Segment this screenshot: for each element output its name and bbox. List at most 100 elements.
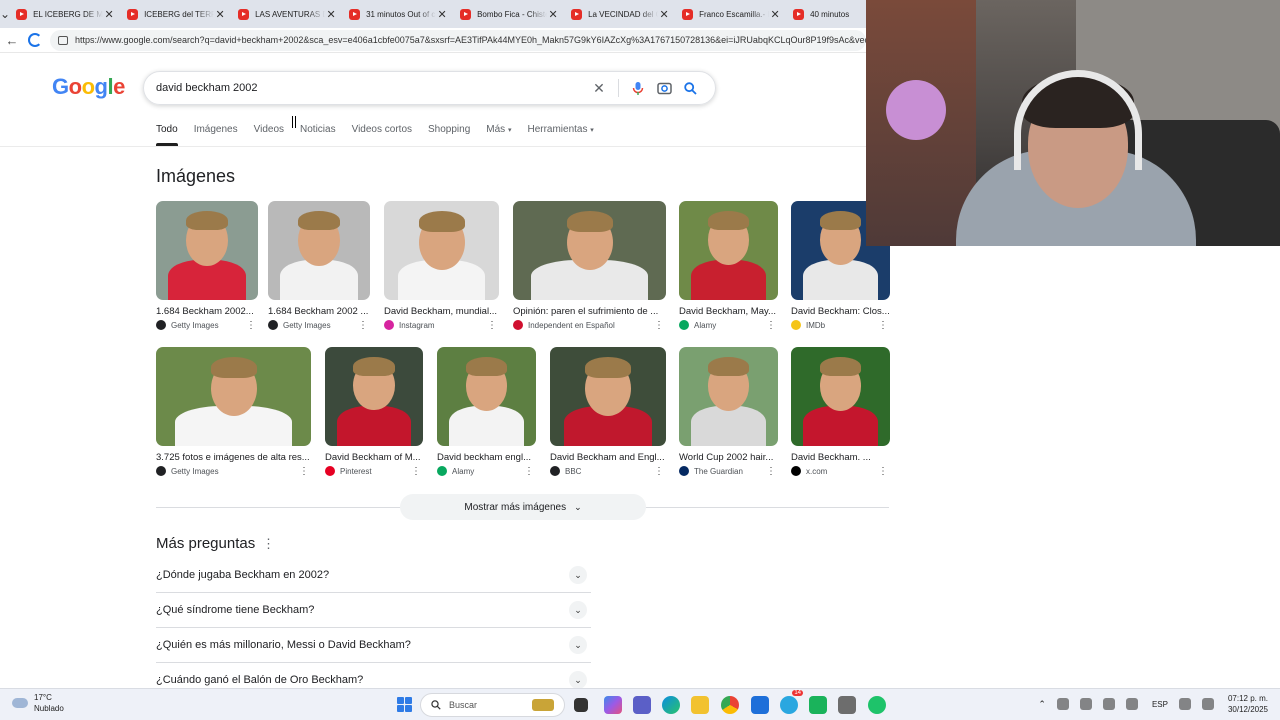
tab-mas[interactable]: Más ▾ (486, 124, 511, 146)
site-info-icon[interactable] (58, 35, 68, 45)
back-arrow-icon[interactable]: ← (0, 33, 24, 48)
close-tab-icon[interactable]: ✕ (325, 8, 337, 21)
image-source[interactable]: Alamy ⋮ (437, 466, 536, 477)
network-icon[interactable] (1178, 698, 1191, 710)
image-caption[interactable]: David Beckham: Clos... (791, 306, 890, 317)
more-options-icon[interactable]: ⋮ (411, 466, 421, 477)
result-thumbnail[interactable] (325, 347, 423, 446)
url-field[interactable]: https://www.google.com/search?q=david+be… (50, 29, 866, 51)
image-result-card[interactable]: David Beckham and Engl... BBC ⋮ (550, 347, 666, 477)
tray-gpu-icon[interactable] (1102, 698, 1115, 710)
taskbar-search[interactable]: Buscar (420, 693, 565, 717)
image-caption[interactable]: David Beckham, May... (679, 306, 778, 317)
more-options-icon[interactable]: ⋮ (524, 466, 534, 477)
image-caption[interactable]: 1.684 Beckham 2002 ... (268, 306, 370, 317)
more-options-icon[interactable]: ⋮ (299, 466, 309, 477)
image-result-card[interactable]: World Cup 2002 hair... The Guardian ⋮ (679, 347, 778, 477)
more-options-icon[interactable]: ⋮ (766, 320, 776, 331)
result-thumbnail[interactable] (268, 201, 370, 300)
input-language[interactable]: ESP (1152, 700, 1168, 709)
image-source[interactable]: Independent en Español ⋮ (513, 320, 666, 331)
image-result-card[interactable]: 1.684 Beckham 2002... Getty Images ⋮ (156, 201, 258, 331)
image-caption[interactable]: David Beckham and Engl... (550, 452, 666, 463)
image-caption[interactable]: Opinión: paren el sufrimiento de ... (513, 306, 666, 317)
image-result-card[interactable]: David Beckham, May... Alamy ⋮ (679, 201, 778, 331)
more-options-icon[interactable]: ⋮ (878, 320, 888, 331)
chrome-icon[interactable] (721, 696, 739, 714)
tab-noticias[interactable]: Noticias (300, 124, 336, 146)
image-source[interactable]: The Guardian ⋮ (679, 466, 778, 477)
image-caption[interactable]: David beckham engl... (437, 452, 536, 463)
image-source[interactable]: IMDb ⋮ (791, 320, 890, 331)
result-thumbnail[interactable] (550, 347, 666, 446)
browser-tab[interactable]: LAS AVENTURAS DE✕ (232, 2, 343, 26)
more-options-icon[interactable]: ⋮ (358, 320, 368, 331)
close-tab-icon[interactable]: ✕ (436, 8, 448, 21)
image-result-card[interactable]: David Beckham, mundial... Instagram ⋮ (384, 201, 499, 331)
search-input[interactable] (156, 82, 586, 94)
tab-search-chevron-icon[interactable]: ⌄ (0, 0, 10, 28)
close-tab-icon[interactable]: ✕ (769, 8, 781, 21)
more-options-icon[interactable]: ⋮ (766, 466, 776, 477)
tray-sync-icon[interactable] (1079, 698, 1092, 710)
search-icon[interactable] (677, 75, 703, 101)
tab-herramientas[interactable]: Herramientas ▾ (527, 124, 593, 146)
browser-tab[interactable]: EL ICEBERG DE M ✕ (10, 2, 121, 26)
question-item[interactable]: ¿Quién es más millonario, Messi o David … (156, 628, 591, 663)
close-tab-icon[interactable]: ✕ (547, 8, 559, 21)
image-result-card[interactable]: David Beckham. ... x.com ⋮ (791, 347, 890, 477)
more-options-icon[interactable]: ⋮ (262, 536, 275, 552)
question-item[interactable]: ¿Qué síndrome tiene Beckham? ⌄ (156, 593, 591, 628)
image-source[interactable]: Getty Images ⋮ (268, 320, 370, 331)
more-options-icon[interactable]: ⋮ (487, 320, 497, 331)
weather-widget[interactable]: 17°C Nublado (12, 692, 64, 714)
more-options-icon[interactable]: ⋮ (654, 466, 664, 477)
result-thumbnail[interactable] (679, 201, 778, 300)
edge-icon[interactable] (662, 696, 680, 714)
camera-lens-icon[interactable] (651, 75, 677, 101)
image-source[interactable]: BBC ⋮ (550, 466, 666, 477)
chevron-down-icon[interactable]: ⌄ (569, 601, 587, 619)
teams-icon[interactable] (633, 696, 651, 714)
result-thumbnail[interactable] (384, 201, 499, 300)
volume-icon[interactable] (1201, 698, 1214, 710)
browser-tab[interactable]: Bombo Fica - Chiste ✕ (454, 2, 565, 26)
more-options-icon[interactable]: ⋮ (878, 466, 888, 477)
task-view-icon[interactable] (574, 698, 588, 712)
image-caption[interactable]: 3.725 fotos e imágenes de alta res... (156, 452, 311, 463)
chevron-down-icon[interactable]: ⌄ (569, 671, 587, 689)
google-logo[interactable]: Google (52, 74, 125, 100)
chat-app-icon[interactable] (868, 696, 886, 714)
image-source[interactable]: Instagram ⋮ (384, 320, 499, 331)
image-result-card[interactable]: 3.725 fotos e imágenes de alta res... Get… (156, 347, 311, 477)
image-source[interactable]: Getty Images ⋮ (156, 466, 311, 477)
image-result-card[interactable]: David beckham engl... Alamy ⋮ (437, 347, 536, 477)
browser-tab[interactable]: 31 minutos Out of c ✕ (343, 2, 454, 26)
chevron-down-icon[interactable]: ⌄ (569, 636, 587, 654)
image-caption[interactable]: David Beckham, mundial... (384, 306, 499, 317)
browser-tab[interactable]: ICEBERG del TERROR✕ (121, 2, 232, 26)
close-tab-icon[interactable]: ✕ (658, 8, 670, 21)
calculator-icon[interactable] (751, 696, 769, 714)
tray-app-icon[interactable] (1056, 698, 1069, 710)
paint-icon[interactable] (838, 696, 856, 714)
more-options-icon[interactable]: ⋮ (654, 320, 664, 331)
image-caption[interactable]: World Cup 2002 hair... (679, 452, 778, 463)
windows-start-icon[interactable] (397, 697, 412, 712)
clear-icon[interactable]: ✕ (586, 75, 612, 101)
loading-spinner-icon[interactable] (28, 33, 42, 47)
image-result-card[interactable]: 1.684 Beckham 2002 ... Getty Images ⋮ (268, 201, 370, 331)
image-result-card[interactable]: Opinión: paren el sufrimiento de ... Inde… (513, 201, 666, 331)
result-thumbnail[interactable] (513, 201, 666, 300)
tab-imagenes[interactable]: Imágenes (194, 124, 238, 146)
microphone-icon[interactable] (1125, 698, 1138, 710)
image-source[interactable]: Alamy ⋮ (679, 320, 778, 331)
browser-tab[interactable]: Franco Escamilla.- El ✕ (676, 2, 787, 26)
tab-shopping[interactable]: Shopping (428, 124, 470, 146)
chevron-down-icon[interactable]: ⌄ (569, 566, 587, 584)
browser-tab[interactable]: La VECINDAD del CA✕ (565, 2, 676, 26)
tab-videos[interactable]: Videos (254, 124, 284, 146)
question-item[interactable]: ¿Dónde jugaba Beckham en 2002? ⌄ (156, 558, 591, 593)
image-source[interactable]: Getty Images ⋮ (156, 320, 258, 331)
result-thumbnail[interactable] (156, 201, 258, 300)
